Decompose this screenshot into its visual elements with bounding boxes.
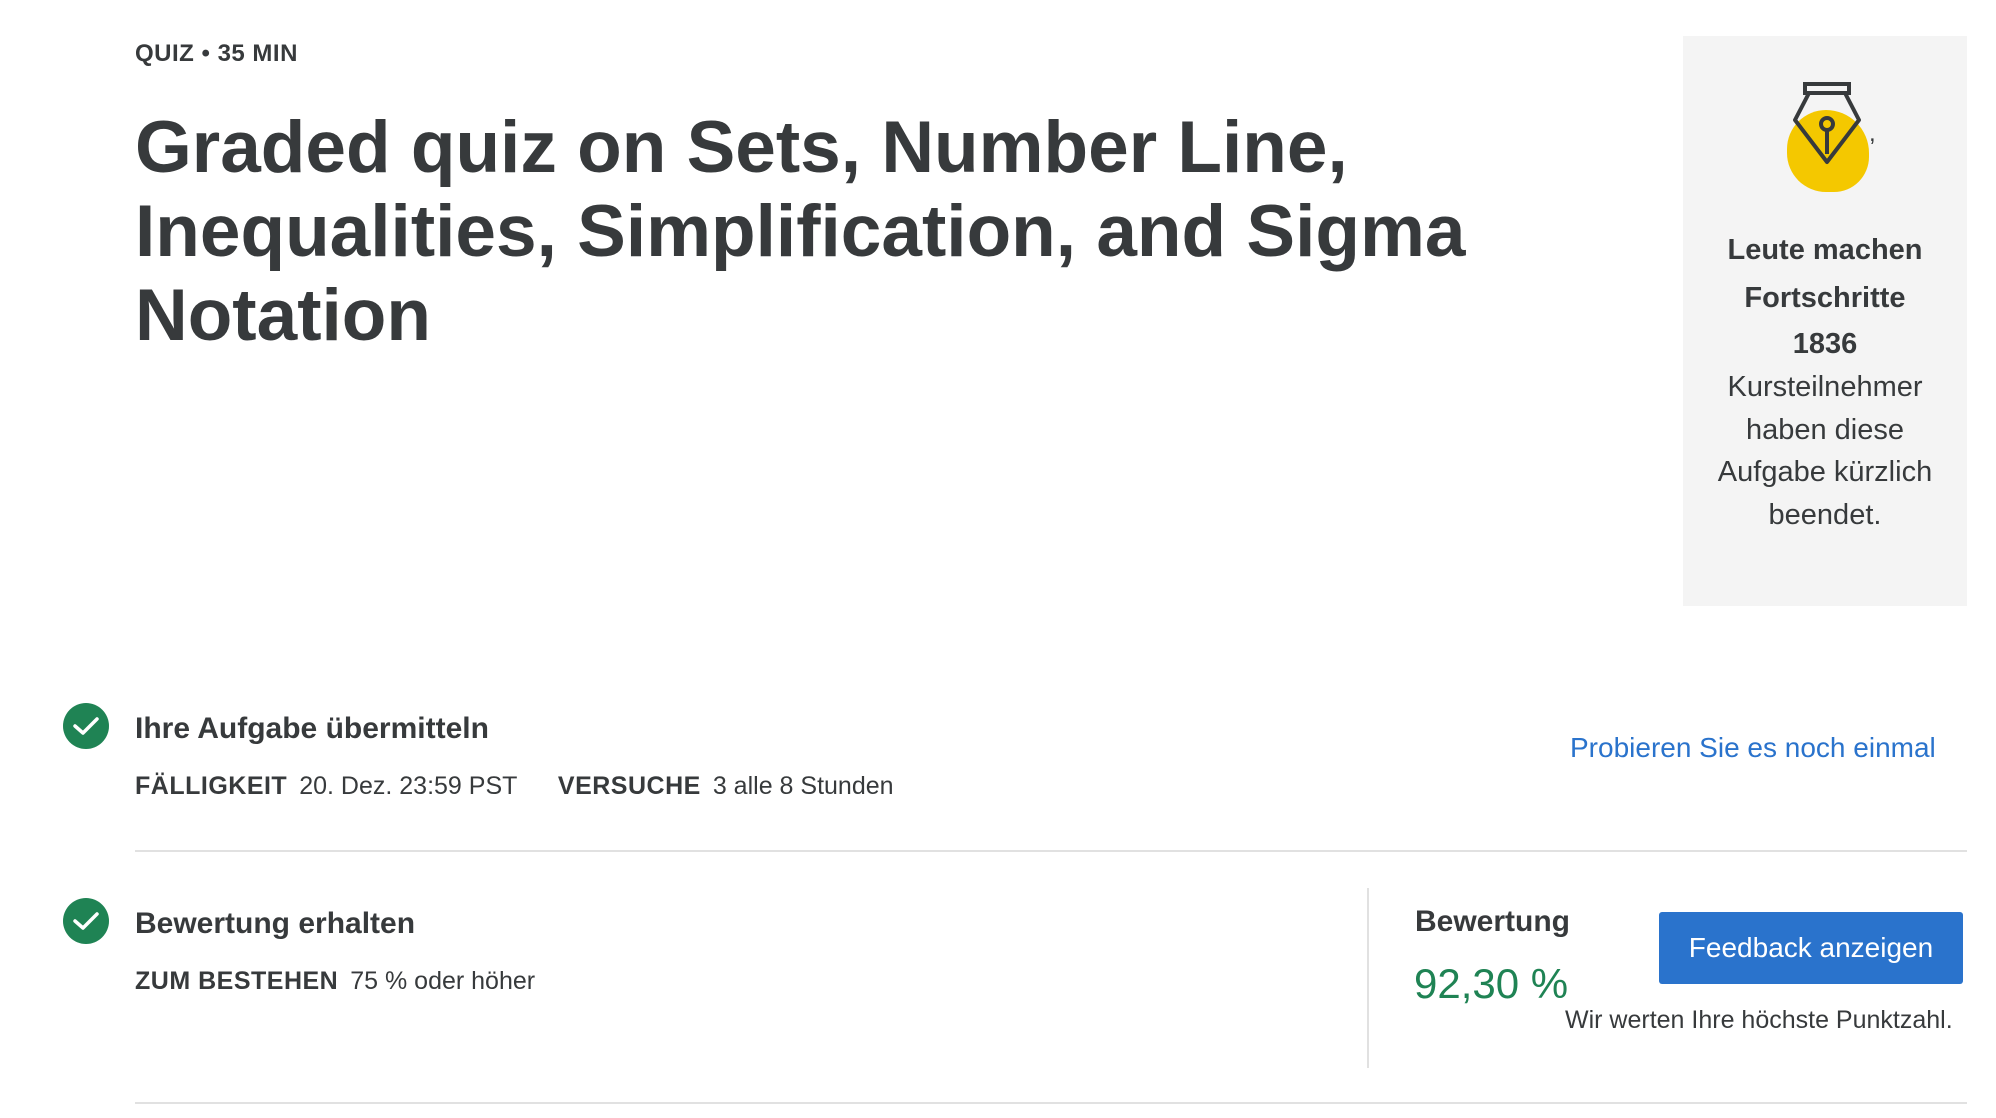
headline-line-2: Fortschritte (1744, 282, 1906, 314)
due-label: FÄLLIGKEIT (135, 772, 288, 800)
learner-count: 1836 (1792, 328, 1858, 360)
view-feedback-button[interactable]: Feedback anzeigen (1659, 912, 1963, 984)
headline-line-1: Leute machen (1727, 234, 1923, 266)
progress-description: Kursteilnehmer haben diese Aufgabe kürzl… (1717, 371, 1933, 531)
bottom-divider (135, 1102, 1967, 1104)
page-title: Graded quiz on Sets, Number Line, Inequa… (135, 107, 1466, 356)
pass-label: ZUM BESTEHEN (135, 967, 339, 995)
grade-step-details: ZUM BESTEHEN 75 % oder höher (135, 967, 535, 996)
comma-mark: , (1869, 120, 1876, 147)
progress-card: , Leute machen Fortschritte 1836 Kurstei… (1683, 36, 1967, 606)
grade-label: Bewertung (1415, 905, 1571, 938)
grade-value: 92,30 % (1414, 960, 1569, 1007)
grade-vertical-divider (1367, 888, 1369, 1068)
grade-step-title: Bewertung erhalten (135, 907, 416, 940)
retry-link[interactable]: Probieren Sie es noch einmal (1570, 732, 1936, 764)
attempts-value: 3 alle 8 Stunden (712, 772, 894, 800)
fountain-pen-icon (1793, 82, 1861, 164)
submit-step-title: Ihre Aufgabe übermitteln (135, 712, 489, 745)
progress-headline: Leute machen Fortschritte (1700, 226, 1950, 322)
pen-illustration: , (1765, 80, 1885, 192)
submit-step-details: FÄLLIGKEIT 20. Dez. 23:59 PST VERSUCHE 3 a… (135, 772, 894, 801)
pass-value: 75 % oder höher (350, 967, 536, 995)
grade-complete-check-icon (63, 898, 109, 944)
attempts-label: VERSUCHE (557, 772, 701, 800)
section-divider (135, 850, 1967, 852)
highest-score-note: Wir werten Ihre höchste Punktzahl. (1565, 1006, 1953, 1034)
submit-complete-check-icon (63, 703, 109, 749)
due-value: 20. Dez. 23:59 PST (299, 772, 517, 800)
item-meta: QUIZ • 35 MIN (135, 40, 298, 67)
